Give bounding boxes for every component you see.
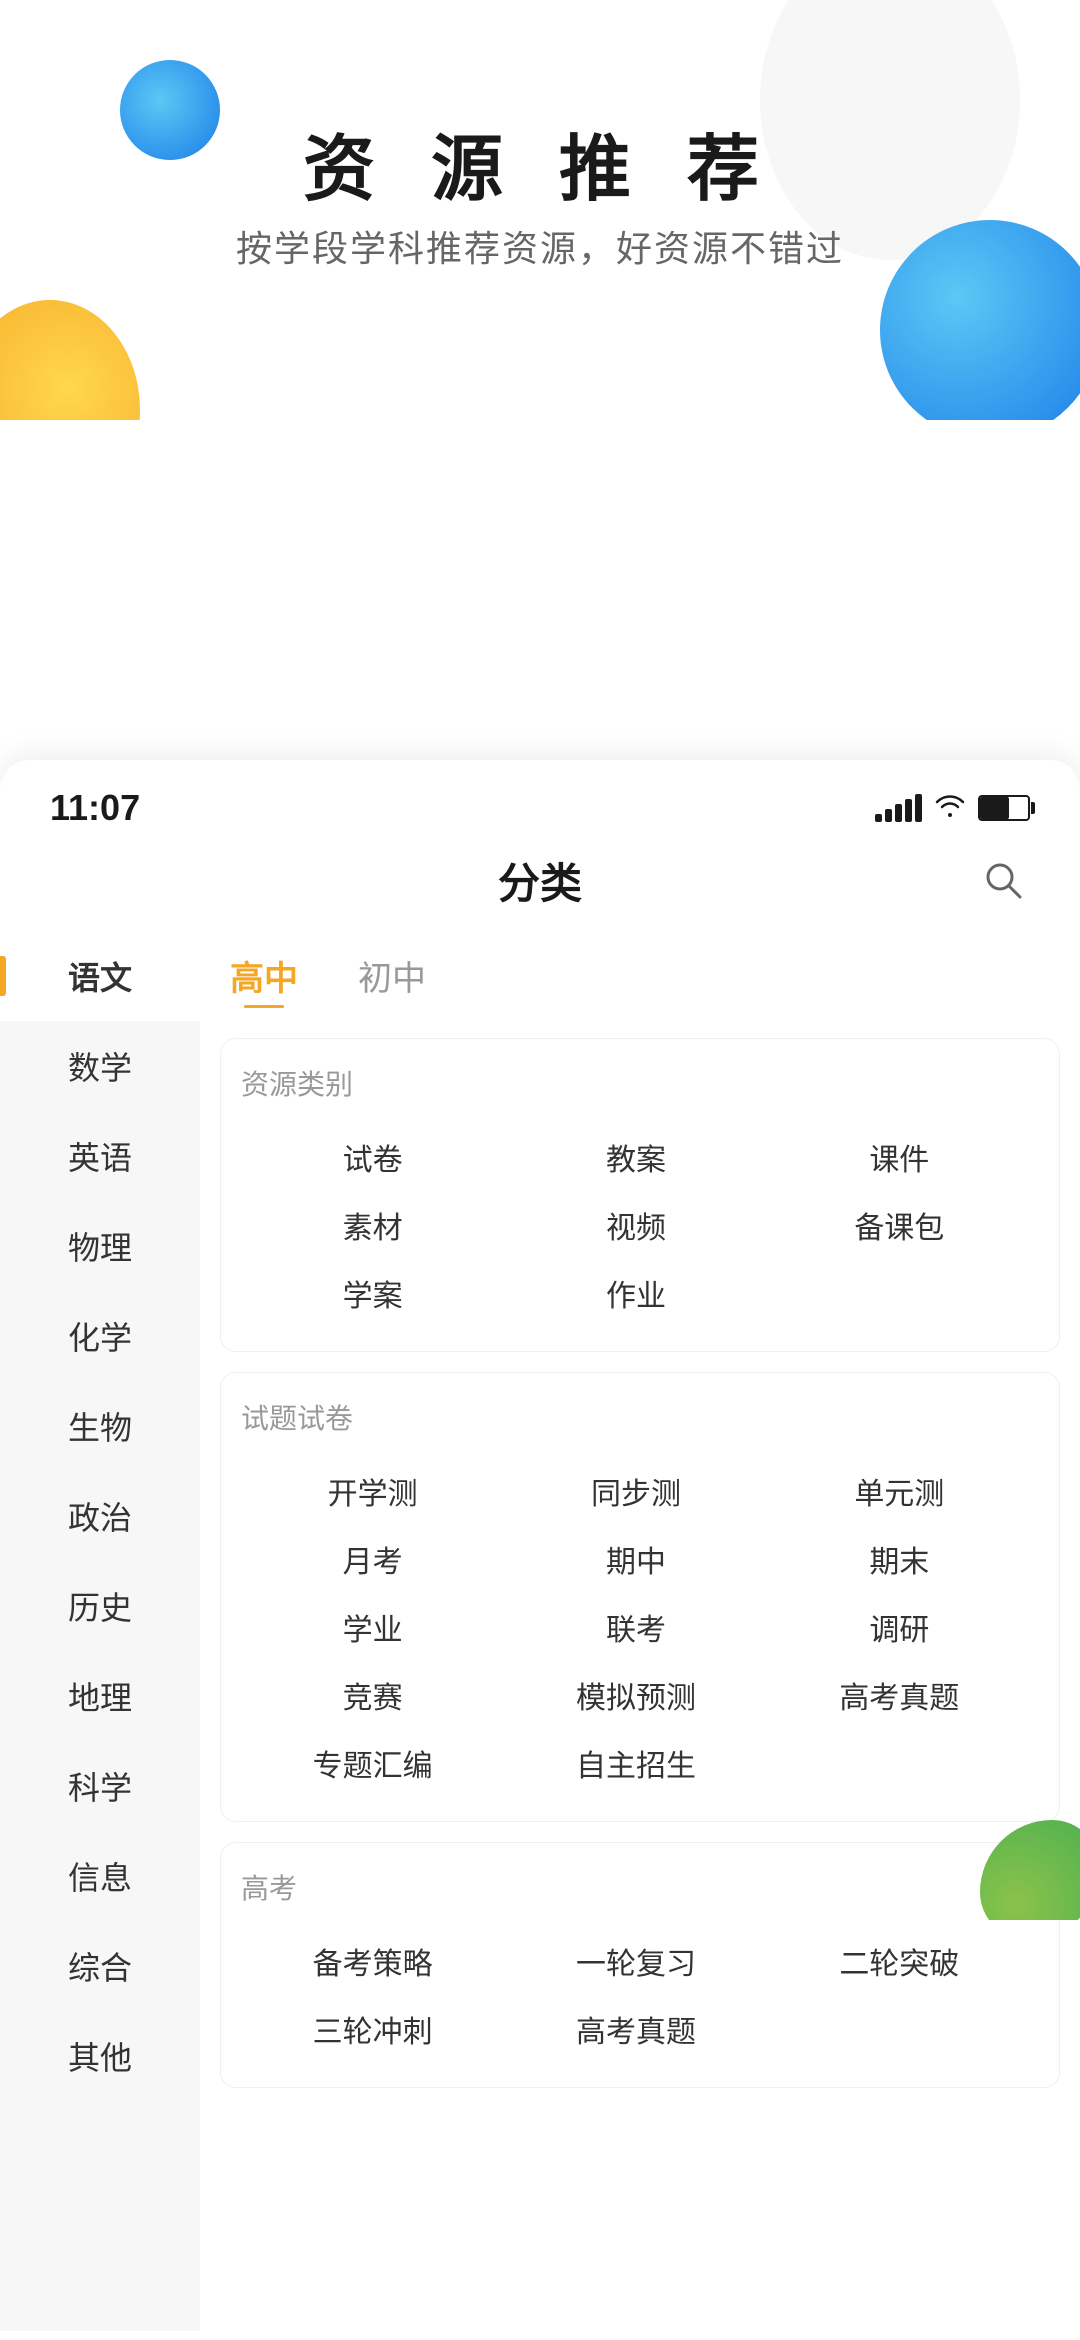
sidebar-item-shuxue[interactable]: 数学 <box>0 1021 200 1111</box>
deco-circle-yellow <box>0 300 140 420</box>
status-icons <box>875 793 1030 824</box>
battery-icon <box>978 795 1030 821</box>
sidebar-item-wuli[interactable]: 物理 <box>0 1201 200 1291</box>
tab-gaozhong[interactable]: 高中 <box>230 951 298 1008</box>
tag-xuean[interactable]: 学案 <box>241 1259 504 1327</box>
tag-beikebao[interactable]: 备课包 <box>768 1191 1031 1259</box>
sidebar-item-zonghe[interactable]: 综合 <box>0 1921 200 2011</box>
tag-yuekao[interactable]: 月考 <box>241 1525 504 1593</box>
tag-diaoyan[interactable]: 调研 <box>768 1593 1031 1661</box>
nav-header: 分类 <box>0 840 1080 931</box>
wifi-icon <box>934 793 966 824</box>
status-bar: 11:07 <box>0 760 1080 840</box>
resource-type-tags: 试卷 教案 课件 素材 视频 备课包 学案 作业 <box>241 1123 1039 1327</box>
tag-jingsai[interactable]: 竞赛 <box>241 1661 504 1729</box>
tag-shijuan[interactable]: 试卷 <box>241 1123 504 1191</box>
sidebar-item-xinxi[interactable]: 信息 <box>0 1831 200 1921</box>
search-button[interactable] <box>978 855 1030 907</box>
sidebar-item-zhengzhi[interactable]: 政治 <box>0 1471 200 1561</box>
sidebar-item-qita[interactable]: 其他 <box>0 2011 200 2101</box>
tag-sucai[interactable]: 素材 <box>241 1191 504 1259</box>
section-exam-type: 试题试卷 开学测 同步测 单元测 月考 期中 期末 学业 联考 调研 竞赛 模拟… <box>220 1372 1060 1822</box>
content-area: 语文 数学 英语 物理 化学 生物 政治 历史 <box>0 931 1080 2331</box>
tag-zuoye[interactable]: 作业 <box>504 1259 767 1327</box>
leaf-shape <box>980 1820 1080 1920</box>
level-tabs: 高中 初中 <box>200 931 1080 1018</box>
section-gaokao-title: 高考 <box>241 1867 1039 1907</box>
tab-chuzhong[interactable]: 初中 <box>358 951 426 1008</box>
right-panel: 高中 初中 资源类别 试卷 教案 课件 素材 视频 备课包 学案 作业 <box>200 931 1080 2331</box>
sidebar-item-dili[interactable]: 地理 <box>0 1651 200 1741</box>
tag-qizhong[interactable]: 期中 <box>504 1525 767 1593</box>
tag-tongbuce[interactable]: 同步测 <box>504 1457 767 1525</box>
section-resource-type-title: 资源类别 <box>241 1063 1039 1103</box>
tag-shipin[interactable]: 视频 <box>504 1191 767 1259</box>
tag-kaixuece[interactable]: 开学测 <box>241 1457 504 1525</box>
exam-type-tags: 开学测 同步测 单元测 月考 期中 期末 学业 联考 调研 竞赛 模拟预测 高考… <box>241 1457 1039 1797</box>
page-title: 分类 <box>498 850 582 911</box>
tag-zizhuzhao[interactable]: 自主招生 <box>504 1729 767 1797</box>
tag-danyuance[interactable]: 单元测 <box>768 1457 1031 1525</box>
sidebar-item-kexue[interactable]: 科学 <box>0 1741 200 1831</box>
sidebar-item-shengwu[interactable]: 生物 <box>0 1381 200 1471</box>
tag-erluntupe[interactable]: 二轮突破 <box>768 1927 1031 1995</box>
gaokao-tags: 备考策略 一轮复习 二轮突破 三轮冲刺 高考真题 <box>241 1927 1039 2063</box>
tag-gaokao-zhenti[interactable]: 高考真题 <box>768 1661 1031 1729</box>
top-section: 资 源 推 荐 按学段学科推荐资源，好资源不错过 <box>0 0 1080 420</box>
tag-xueye[interactable]: 学业 <box>241 1593 504 1661</box>
status-time: 11:07 <box>50 787 140 829</box>
subject-sidebar: 语文 数学 英语 物理 化学 生物 政治 历史 <box>0 931 200 2331</box>
sidebar-item-yingyu[interactable]: 英语 <box>0 1111 200 1201</box>
section-exam-type-title: 试题试卷 <box>241 1397 1039 1437</box>
search-icon <box>982 859 1026 903</box>
top-subtitle: 按学段学科推荐资源，好资源不错过 <box>0 220 1080 272</box>
top-title: 资 源 推 荐 <box>0 110 1080 215</box>
tag-gaokao-zt[interactable]: 高考真题 <box>504 1995 767 2063</box>
tag-qimo[interactable]: 期末 <box>768 1525 1031 1593</box>
tag-jiaoan[interactable]: 教案 <box>504 1123 767 1191</box>
tag-zhuantihb[interactable]: 专题汇编 <box>241 1729 504 1797</box>
section-resource-type: 资源类别 试卷 教案 课件 素材 视频 备课包 学案 作业 <box>220 1038 1060 1352</box>
battery-fill <box>980 797 1009 819</box>
section-gaokao: 高考 备考策略 一轮复习 二轮突破 三轮冲刺 高考真题 <box>220 1842 1060 2088</box>
main-content: 11:07 分类 <box>0 760 1080 2340</box>
sidebar-item-yuwen[interactable]: 语文 <box>0 931 200 1021</box>
tag-yilunfuxi[interactable]: 一轮复习 <box>504 1927 767 1995</box>
sidebar-item-lishi[interactable]: 历史 <box>0 1561 200 1651</box>
tag-moniyuce[interactable]: 模拟预测 <box>504 1661 767 1729</box>
tag-sanlunchonc[interactable]: 三轮冲刺 <box>241 1995 504 2063</box>
tag-liankao[interactable]: 联考 <box>504 1593 767 1661</box>
tag-beikaocelue[interactable]: 备考策略 <box>241 1927 504 1995</box>
signal-bars-icon <box>875 794 922 822</box>
deco-leaf <box>980 1820 1080 1920</box>
tag-kejian[interactable]: 课件 <box>768 1123 1031 1191</box>
sidebar-item-huaxue[interactable]: 化学 <box>0 1291 200 1381</box>
